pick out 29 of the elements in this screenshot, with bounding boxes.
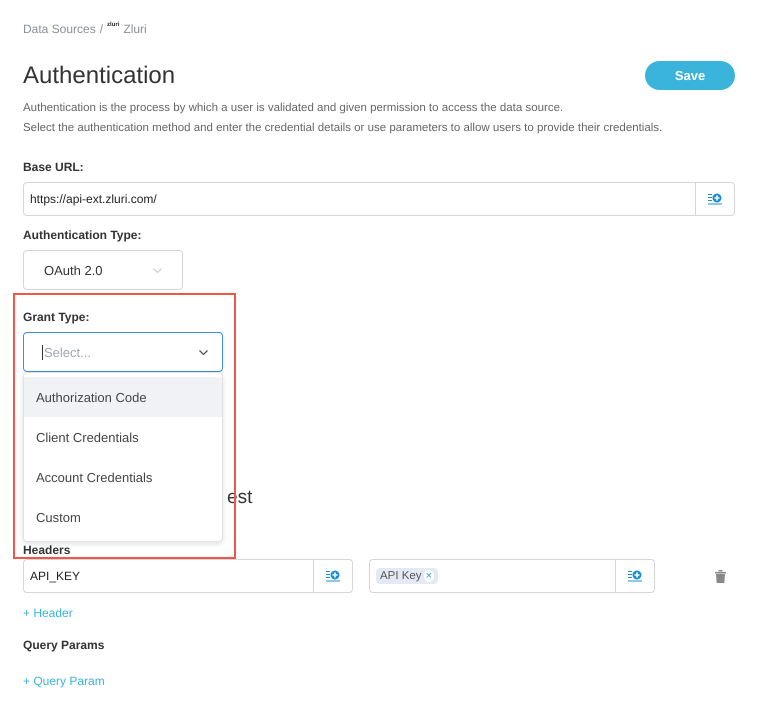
tag-label: API Key bbox=[380, 570, 422, 582]
trash-icon[interactable] bbox=[715, 570, 726, 582]
dropdown-option[interactable]: Authorization Code bbox=[24, 377, 222, 417]
chevron-down-icon bbox=[153, 268, 162, 272]
dropdown-option[interactable]: Custom bbox=[24, 497, 222, 537]
description-text: Select the authentication method and enter the credential details or use parameters to allow users to provide their credentials. bbox=[23, 121, 664, 136]
description-text: Authentication is the process by which a user is validated and given permission to access the data source. bbox=[23, 101, 564, 116]
field-value: API_KEY bbox=[30, 569, 80, 583]
field-value: https://api-ext.zluri.com/ bbox=[30, 192, 157, 206]
dropdown-option[interactable]: Account Credentials bbox=[24, 457, 222, 497]
field-label: Headers bbox=[23, 543, 72, 557]
field-label: Base URL: bbox=[23, 160, 85, 174]
section-label: Query Params bbox=[23, 638, 106, 652]
header-value-field[interactable]: API Key × bbox=[369, 559, 655, 593]
select-value: OAuth 2.0 bbox=[44, 262, 103, 278]
header-key-field[interactable]: API_KEY bbox=[23, 559, 353, 593]
breadcrumb-separator: / bbox=[100, 22, 104, 36]
list-plus-icon bbox=[326, 570, 340, 582]
dropdown-option[interactable]: Client Credentials bbox=[24, 417, 222, 457]
breadcrumb-current: Zluri bbox=[123, 22, 147, 36]
chevron-down-icon bbox=[199, 350, 208, 354]
select-placeholder: Select... bbox=[42, 344, 91, 360]
auth-type-select[interactable]: OAuth 2.0 bbox=[23, 250, 183, 290]
list-plus-icon bbox=[708, 193, 722, 205]
page-title: Authentication bbox=[23, 62, 176, 90]
field-label: Grant Type: bbox=[23, 310, 90, 324]
base-url-field[interactable]: https://api-ext.zluri.com/ bbox=[23, 182, 735, 216]
list-plus-icon bbox=[628, 570, 642, 582]
field-label: Authentication Type: bbox=[23, 228, 142, 242]
